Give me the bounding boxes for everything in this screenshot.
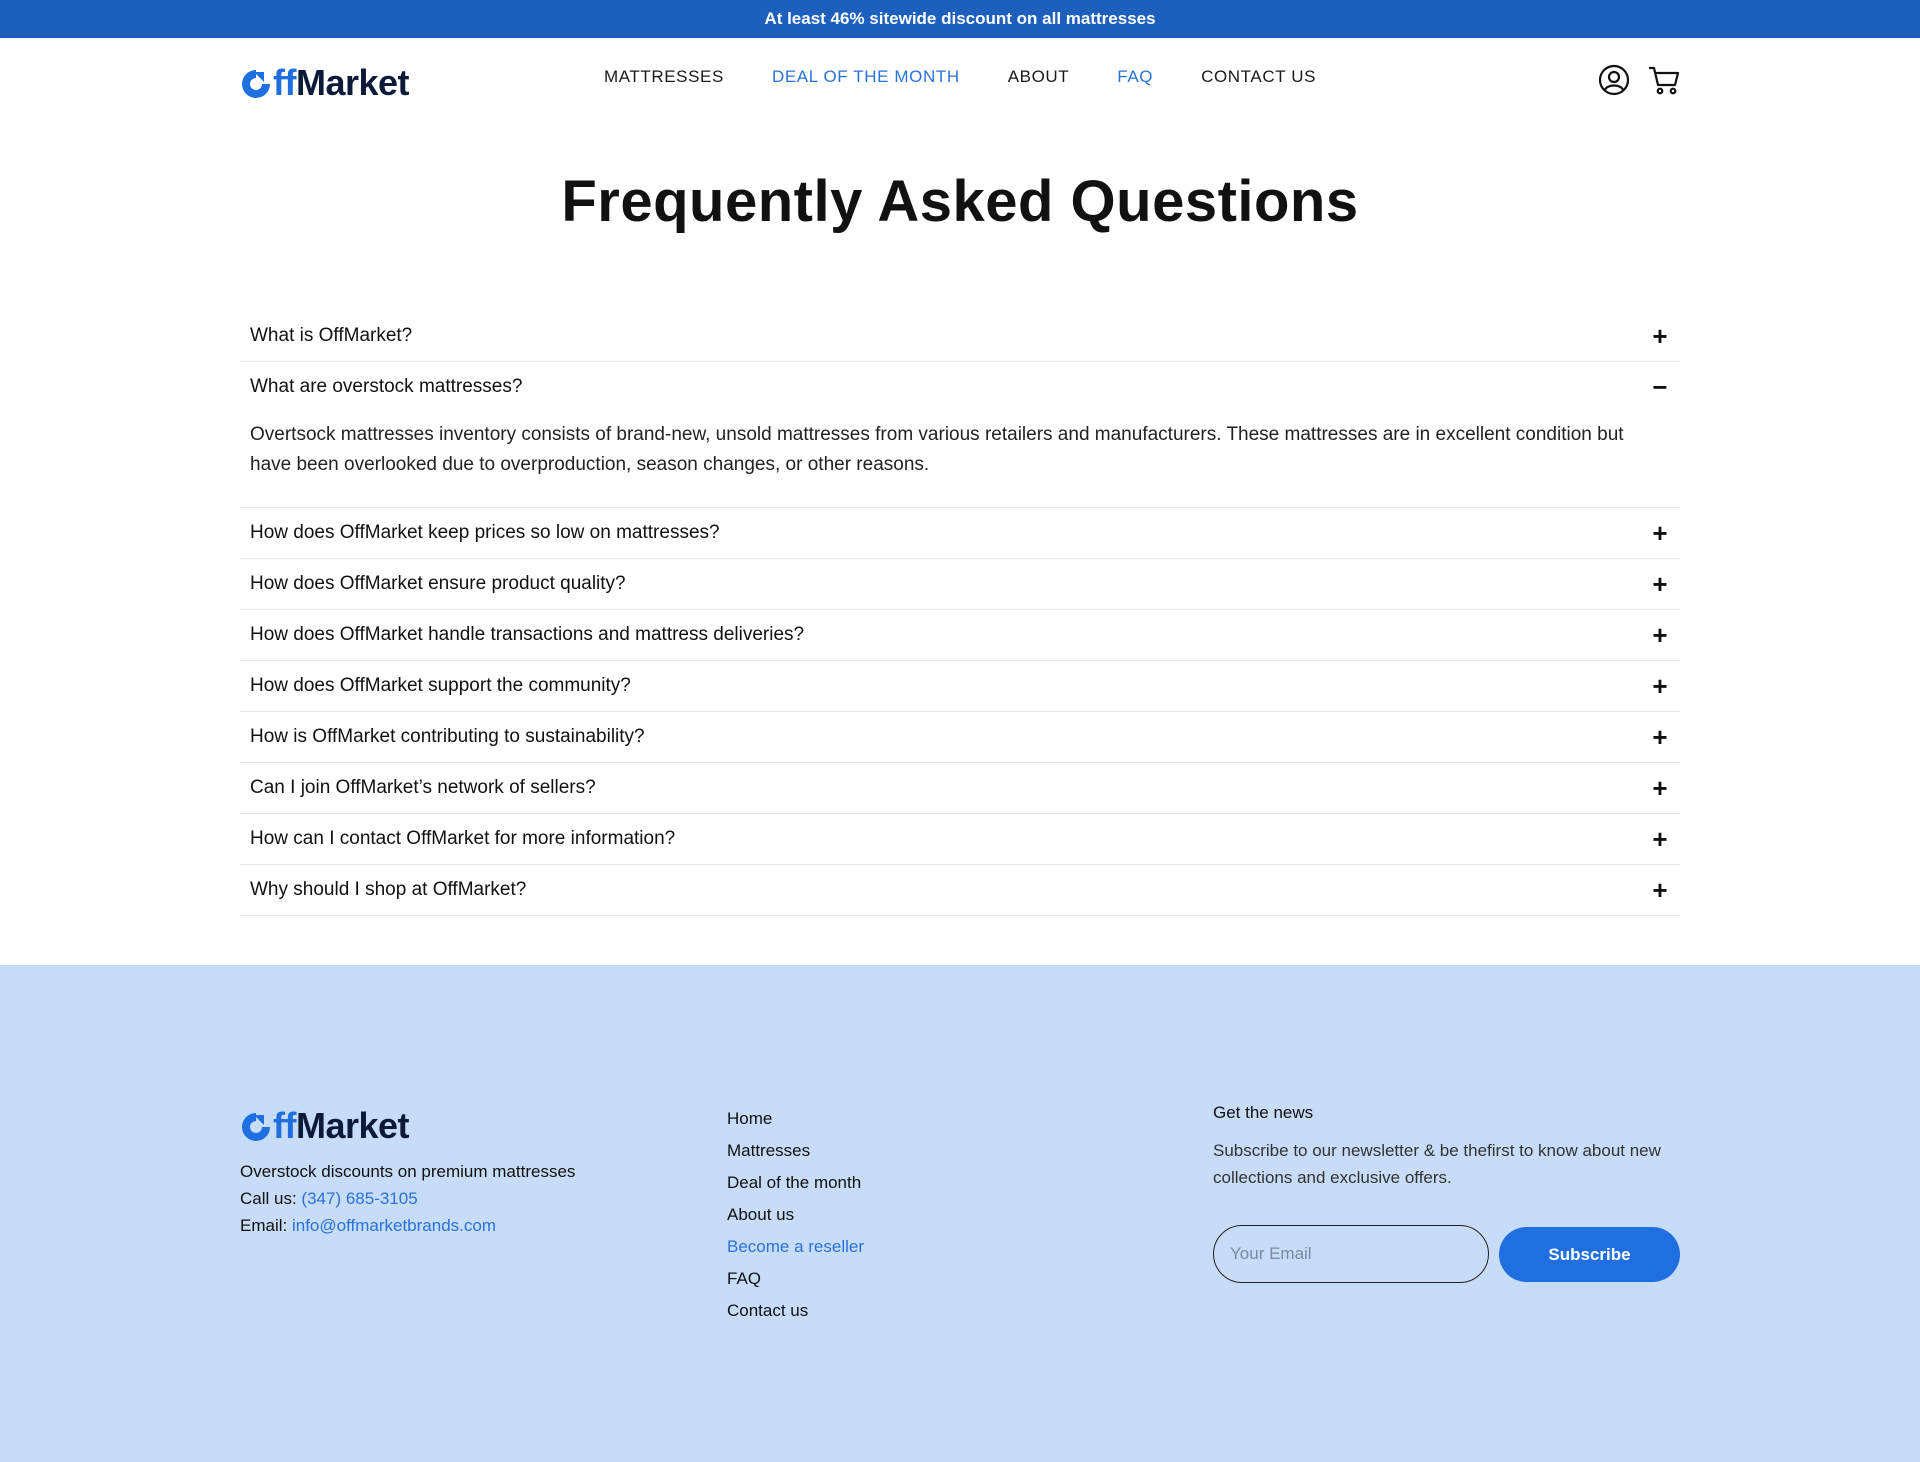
faq-question-row[interactable]: How does OffMarket ensure product qualit…	[240, 559, 1680, 609]
newsletter-description: Subscribe to our newsletter & be thefirs…	[1213, 1141, 1661, 1187]
phone-link[interactable]: (347) 685-3105	[301, 1189, 417, 1208]
nav-contact-us[interactable]: CONTACT US	[1201, 67, 1316, 87]
newsletter-heading: Get the news	[1213, 1103, 1314, 1122]
faq-question: How does OffMarket keep prices so low on…	[250, 522, 720, 543]
plus-icon[interactable]: +	[1650, 569, 1670, 600]
faq-question: How can I contact OffMarket for more inf…	[250, 828, 676, 849]
faq-question: How does OffMarket support the community…	[250, 675, 631, 696]
faq-question-row[interactable]: What is OffMarket? +	[240, 311, 1680, 361]
site-header: ff Market MATTRESSES DEAL OF THE MONTH AB…	[0, 38, 1920, 118]
header-actions	[1598, 64, 1680, 96]
newsletter-form: Subscribe	[1213, 1225, 1680, 1283]
faq-item: How does OffMarket support the community…	[240, 661, 1680, 712]
footer-link-become-a-reseller[interactable]: Become a reseller	[727, 1237, 864, 1256]
faq-question-row[interactable]: Can I join OffMarket’s network of seller…	[240, 763, 1680, 813]
page-title: Frequently Asked Questions	[561, 169, 1359, 234]
user-account-icon[interactable]	[1598, 64, 1630, 96]
footer-link-faq[interactable]: FAQ	[727, 1269, 761, 1288]
announcement-text: At least 46% sitewide discount on all ma…	[764, 9, 1156, 28]
footer-link-contact-us[interactable]: Contact us	[727, 1301, 808, 1320]
faq-item: How can I contact OffMarket for more inf…	[240, 814, 1680, 865]
faq-accordion: What is OffMarket? + What are overstock …	[240, 311, 1680, 916]
faq-question-row[interactable]: How is OffMarket contributing to sustain…	[240, 712, 1680, 762]
nav-deal-of-the-month[interactable]: DEAL OF THE MONTH	[772, 67, 960, 87]
plus-icon[interactable]: +	[1650, 671, 1670, 702]
faq-question-row[interactable]: How does OffMarket support the community…	[240, 661, 1680, 711]
plus-icon[interactable]: +	[1650, 321, 1670, 352]
plus-icon[interactable]: +	[1650, 518, 1670, 549]
faq-item: How does OffMarket handle transactions a…	[240, 610, 1680, 661]
faq-question: How is OffMarket contributing to sustain…	[250, 726, 645, 747]
faq-item-expanded: What are overstock mattresses? − Overtso…	[240, 362, 1680, 508]
footer-contact-info: Overstock discounts on premium mattresse…	[240, 1158, 575, 1239]
email-label: Email:	[240, 1216, 288, 1235]
call-label: Call us:	[240, 1189, 297, 1208]
nav-mattresses[interactable]: MATTRESSES	[604, 67, 724, 87]
footer-link-home[interactable]: Home	[727, 1109, 772, 1128]
faq-question-row[interactable]: Why should I shop at OffMarket? +	[240, 865, 1680, 915]
minus-icon[interactable]: −	[1650, 372, 1670, 403]
footer-link-about-us[interactable]: About us	[727, 1205, 794, 1224]
plus-icon[interactable]: +	[1650, 722, 1670, 753]
faq-question: How does OffMarket ensure product qualit…	[250, 573, 626, 594]
faq-item: Why should I shop at OffMarket? +	[240, 865, 1680, 916]
footer-tagline: Overstock discounts on premium mattresse…	[240, 1162, 576, 1181]
faq-answer: Overtsock mattresses inventory consists …	[250, 424, 1624, 475]
plus-icon[interactable]: +	[1650, 773, 1670, 804]
announcement-bar: At least 46% sitewide discount on all ma…	[0, 0, 1920, 38]
faq-question-row[interactable]: How does OffMarket keep prices so low on…	[240, 508, 1680, 558]
faq-question: Can I join OffMarket’s network of seller…	[250, 777, 596, 798]
newsletter-email-input[interactable]	[1213, 1225, 1489, 1283]
faq-question: What is OffMarket?	[250, 325, 413, 346]
logo-suffix: Market	[295, 1105, 410, 1146]
logo-o-icon	[240, 1110, 272, 1142]
faq-question: Why should I shop at OffMarket?	[250, 879, 527, 900]
email-link[interactable]: info@offmarketbrands.com	[292, 1216, 496, 1235]
footer-link-mattresses[interactable]: Mattresses	[727, 1141, 810, 1160]
cart-icon[interactable]	[1648, 64, 1680, 96]
logo-prefix: ff	[273, 1105, 296, 1146]
plus-icon[interactable]: +	[1650, 824, 1670, 855]
footer-link-deal-of-the-month[interactable]: Deal of the month	[727, 1173, 861, 1192]
plus-icon[interactable]: +	[1650, 620, 1670, 651]
faq-question: How does OffMarket handle transactions a…	[250, 624, 805, 645]
faq-question: What are overstock mattresses?	[250, 376, 523, 397]
subscribe-button[interactable]: Subscribe	[1499, 1227, 1680, 1282]
nav-about[interactable]: ABOUT	[1008, 67, 1070, 87]
faq-question-row[interactable]: What are overstock mattresses? −	[240, 362, 1680, 412]
nav-faq[interactable]: FAQ	[1117, 67, 1153, 87]
faq-question-row[interactable]: How can I contact OffMarket for more inf…	[240, 814, 1680, 864]
footer-logo[interactable]: ff Market	[240, 1105, 410, 1147]
faq-question-row[interactable]: How does OffMarket handle transactions a…	[240, 610, 1680, 660]
faq-item: How does OffMarket ensure product qualit…	[240, 559, 1680, 610]
plus-icon[interactable]: +	[1650, 875, 1670, 906]
faq-item: What is OffMarket? +	[240, 311, 1680, 362]
faq-item: How is OffMarket contributing to sustain…	[240, 712, 1680, 763]
faq-item: Can I join OffMarket’s network of seller…	[240, 763, 1680, 814]
faq-item: How does OffMarket keep prices so low on…	[240, 508, 1680, 559]
newsletter: Get the news Subscribe to our newsletter…	[1213, 1103, 1680, 1283]
footer-links: Home Mattresses Deal of the month About …	[727, 1103, 864, 1327]
